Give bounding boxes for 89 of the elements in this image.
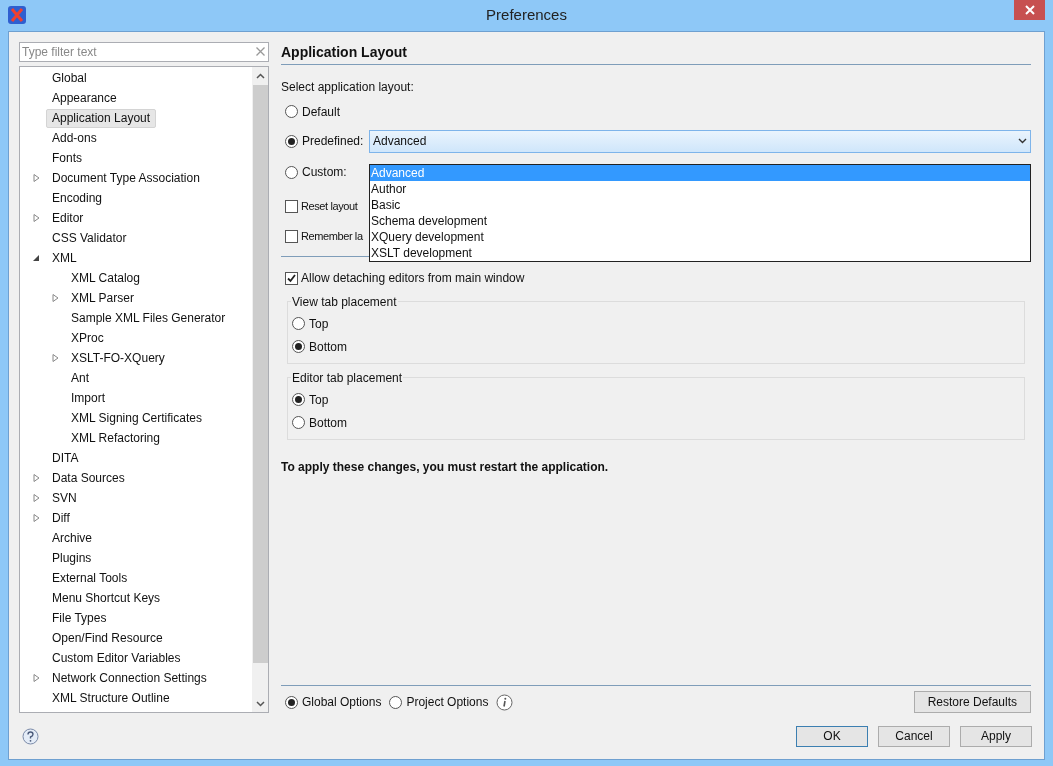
tree-item[interactable]: XProc [65,328,110,348]
radio-label[interactable]: Top [309,390,329,409]
scroll-down-icon[interactable] [255,701,265,707]
app-logo-icon [8,6,26,24]
radio-label[interactable]: Bottom [309,337,347,356]
tree-item[interactable]: Open/Find Resource [46,628,169,648]
collapsed-arrow-icon[interactable] [32,494,40,502]
dropdown-caret-icon [1018,138,1027,144]
tree-item[interactable]: Plugins [46,548,98,568]
tree-item[interactable]: External Tools [46,568,134,588]
radio-button[interactable] [285,105,298,118]
radio-label[interactable]: Bottom [309,413,347,432]
tree-item[interactable]: XML Catalog [65,268,146,288]
tree-item[interactable]: Menu Shortcut Keys [46,588,167,608]
info-icon[interactable] [496,693,514,711]
collapsed-arrow-icon[interactable] [51,354,59,362]
page-title: Application Layout [281,44,407,60]
checkbox[interactable] [285,199,298,213]
checkbox-label[interactable]: Remember la [301,227,363,245]
tree-item[interactable]: Data Sources [46,468,131,488]
tree-item[interactable]: Add-ons [46,128,103,148]
collapsed-arrow-icon[interactable] [32,214,40,222]
radio-label[interactable]: Global Options [302,693,382,711]
collapsed-arrow-icon[interactable] [51,294,59,302]
tree-item[interactable]: Diff [46,508,76,528]
tree-item[interactable]: XML Parser [65,288,140,308]
collapsed-arrow-icon[interactable] [32,514,40,522]
radio-label[interactable]: Custom: [302,163,347,181]
tree-item[interactable]: Document Type Association [46,168,206,188]
tree-item[interactable]: Appearance [46,88,123,108]
tree-item[interactable]: XML Signing Certificates [65,408,208,428]
dialog-button[interactable]: OK [796,725,868,747]
tree-item[interactable]: Network Connection Settings [46,668,213,688]
tree-item[interactable]: Editor [46,208,90,228]
dialog-button[interactable]: Apply [960,725,1032,747]
radio-label[interactable]: Top [309,314,329,333]
clear-icon[interactable] [256,47,265,56]
dropdown-option[interactable]: XQuery development [370,229,1030,245]
dropdown-option[interactable]: Basic [370,197,1030,213]
radio-button[interactable] [292,416,305,429]
radio-button[interactable] [292,317,305,330]
tree-item[interactable]: Application Layout [46,108,157,128]
help-icon[interactable] [22,727,39,745]
window-title: Preferences [486,5,567,26]
layout-dropdown[interactable]: Advanced [369,129,1031,153]
dialog-button[interactable]: Cancel [878,725,950,747]
close-button[interactable] [1014,0,1045,20]
expanded-arrow-icon[interactable] [32,254,40,262]
checkbox-label[interactable]: Reset layout [301,197,358,215]
collapsed-arrow-icon[interactable] [32,474,40,482]
tree-item[interactable]: Import [65,388,111,408]
radio-button[interactable] [285,165,298,179]
tree-item[interactable]: XML Refactoring [65,428,166,448]
radio-label[interactable]: Default [302,102,341,121]
dropdown-option[interactable]: XSLT development [370,245,1030,261]
checkbox-label[interactable]: Allow detaching editors from main window [301,269,525,287]
tree-item[interactable]: Sample XML Files Generator [65,308,232,328]
filter-field[interactable]: Type filter text [19,42,269,62]
radio-button[interactable] [292,393,305,406]
scroll-up-icon[interactable] [255,73,265,79]
tree-item[interactable]: XSLT-FO-XQuery [65,348,171,368]
tree-item[interactable]: File Types [46,608,113,628]
dropdown-option[interactable]: Author [370,181,1030,197]
close-icon [1024,5,1035,15]
tree-item[interactable]: DITA [46,448,85,468]
radio-button[interactable] [389,695,403,709]
tree-item[interactable]: XML Structure Outline [46,688,176,708]
checkbox[interactable] [285,271,298,285]
tree-item[interactable]: Archive [46,528,98,548]
radio-button[interactable] [292,340,305,353]
tree-item[interactable]: Encoding [46,188,109,208]
collapsed-arrow-icon[interactable] [32,674,40,682]
dropdown-option[interactable]: Schema development [370,213,1030,229]
restore-defaults-button[interactable]: Restore Defaults [913,691,1031,713]
tree-item[interactable]: Fonts [46,148,88,168]
tree-item[interactable]: Global [46,68,93,88]
tree-item[interactable]: Ant [65,368,95,388]
radio-label[interactable]: Predefined: [302,132,364,150]
tree-item[interactable]: CSS Validator [46,228,133,248]
checkbox[interactable] [285,229,298,243]
tree-item[interactable]: XML [46,248,83,268]
radio-label[interactable]: Project Options [406,693,489,711]
radio-button[interactable] [285,134,298,148]
radio-button[interactable] [285,695,298,709]
tree-item[interactable]: Custom Editor Variables [46,648,187,668]
section-label: Select application layout: [281,79,415,96]
tree-item[interactable]: SVN [46,488,83,508]
collapsed-arrow-icon[interactable] [32,174,40,182]
restart-notice: To apply these changes, you must restart the application. [281,459,610,476]
